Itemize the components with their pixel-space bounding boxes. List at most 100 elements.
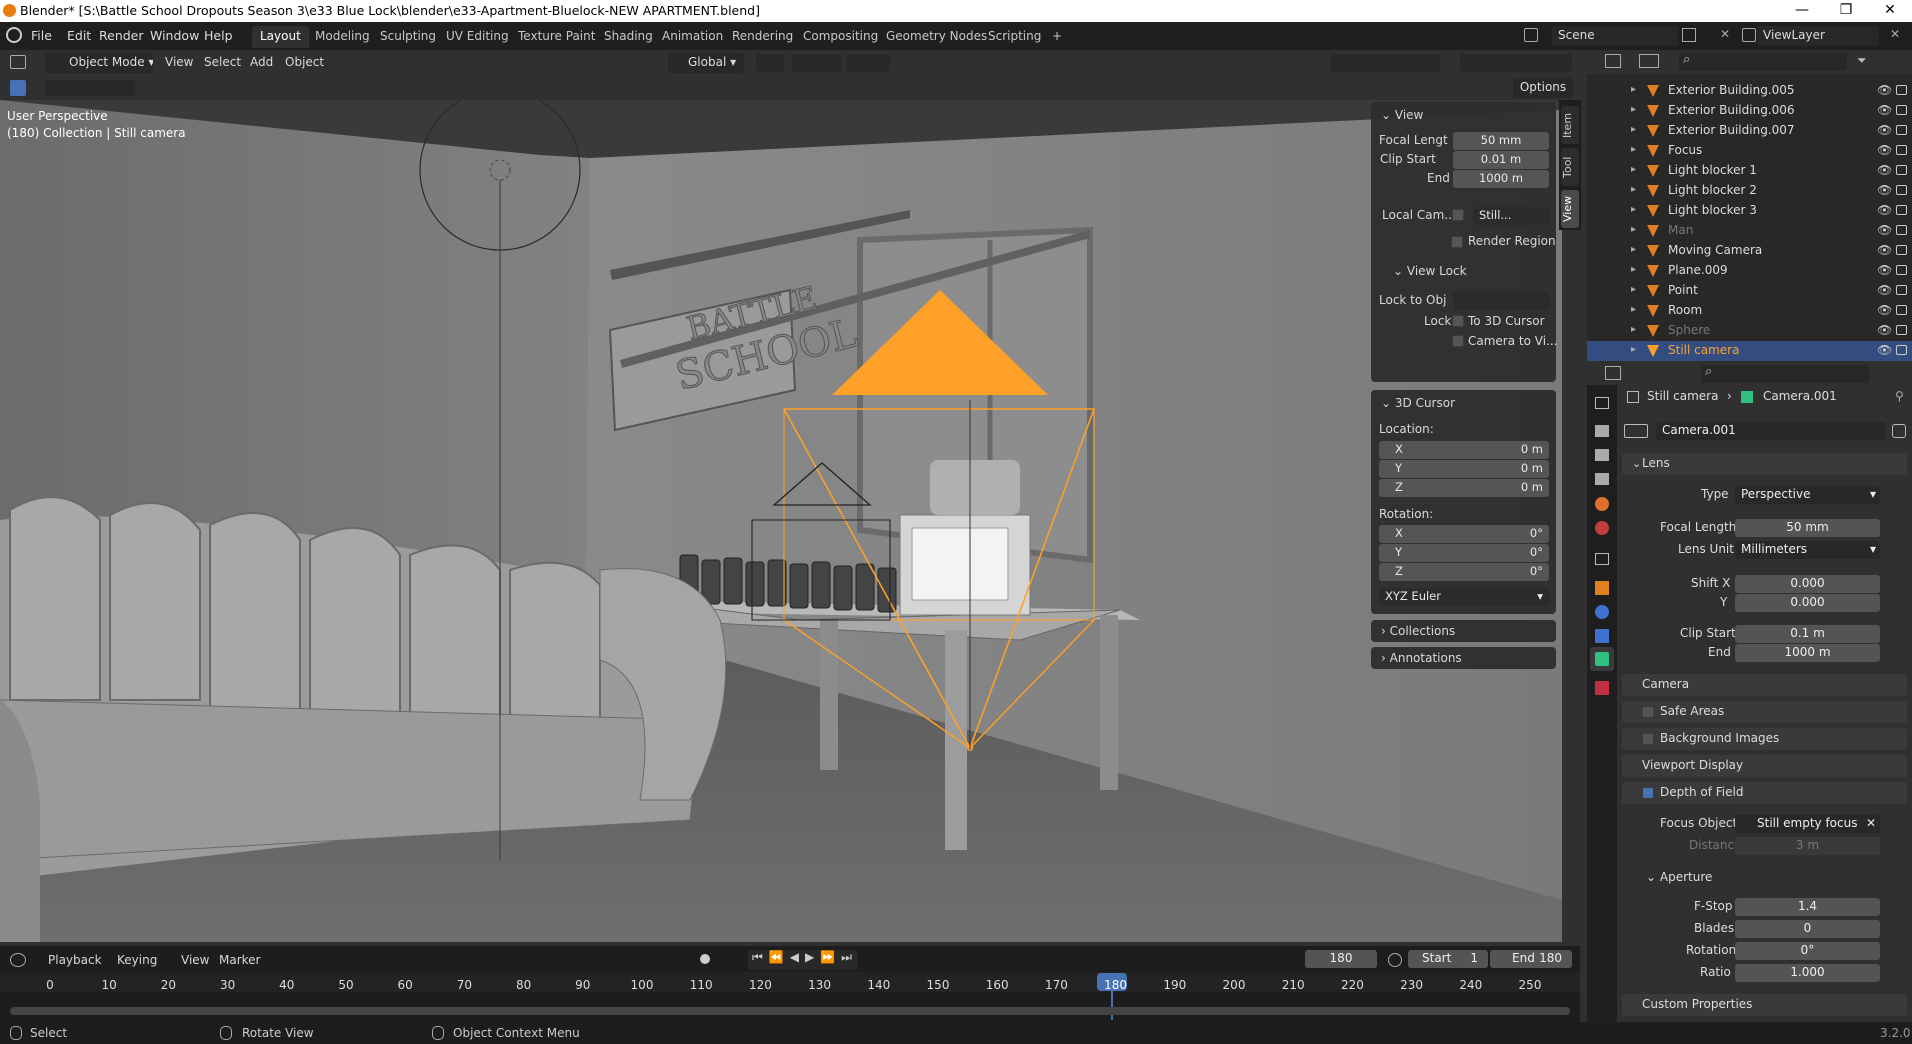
tab-scripting[interactable]: Scripting bbox=[980, 26, 1049, 48]
focal-length-field[interactable]: 50 mm bbox=[1735, 519, 1880, 537]
lock-to-object-field[interactable] bbox=[1453, 292, 1549, 310]
render-camera-icon[interactable] bbox=[1896, 285, 1907, 295]
menu-render[interactable]: Render bbox=[99, 28, 144, 43]
visibility-eye-icon[interactable]: 👁 bbox=[1877, 223, 1892, 237]
safe-areas-panel-header[interactable]: Safe Areas bbox=[1622, 701, 1907, 723]
view-layer-selector[interactable]: ViewLayer bbox=[1757, 26, 1879, 46]
lens-clip-end-field[interactable]: 1000 m bbox=[1735, 644, 1880, 662]
aperture-subpanel[interactable]: ⌄ Aperture bbox=[1646, 870, 1712, 884]
scene-selector[interactable]: Scene bbox=[1552, 26, 1678, 46]
clock-icon[interactable] bbox=[1388, 953, 1402, 967]
frame-start-field[interactable]: Start 1 bbox=[1408, 950, 1488, 968]
view-clip-start-field[interactable]: 0.01 m bbox=[1453, 151, 1549, 169]
lock-to-cursor-checkbox[interactable] bbox=[1452, 315, 1464, 327]
visibility-eye-icon[interactable]: 👁 bbox=[1877, 323, 1892, 337]
outliner-row[interactable]: ▸ Still camera 👁 bbox=[1587, 341, 1912, 361]
texture-tab-icon[interactable] bbox=[1595, 681, 1609, 695]
view-lock-subpanel[interactable]: ⌄ View Lock bbox=[1393, 264, 1467, 278]
current-frame-field[interactable]: 180 bbox=[1305, 950, 1377, 968]
timeline-editor-icon[interactable] bbox=[10, 953, 26, 967]
expand-arrow-icon[interactable]: ▸ bbox=[1631, 344, 1636, 355]
menu-help[interactable]: Help bbox=[204, 28, 233, 43]
timeline-menu-keying[interactable]: Keying bbox=[117, 953, 157, 967]
expand-arrow-icon[interactable]: ▸ bbox=[1631, 124, 1636, 135]
cursor-location-y[interactable]: Y 0 m bbox=[1379, 460, 1549, 478]
menu-file[interactable]: File bbox=[31, 28, 52, 43]
distance-field[interactable]: 3 m bbox=[1735, 837, 1880, 855]
tab-texture-paint[interactable]: Texture Paint bbox=[510, 26, 603, 48]
camera-data-tab[interactable] bbox=[1590, 647, 1614, 671]
lens-clip-start-field[interactable]: 0.1 m bbox=[1735, 625, 1880, 643]
expand-arrow-icon[interactable]: ▸ bbox=[1631, 164, 1636, 175]
proportional-edit-icon[interactable] bbox=[846, 54, 890, 72]
camera-browse-icon[interactable] bbox=[1624, 424, 1648, 438]
viewport-menu-add[interactable]: Add bbox=[250, 55, 273, 69]
pin-icon[interactable]: ⚲ bbox=[1895, 389, 1904, 403]
timeline-menu-view[interactable]: View bbox=[181, 953, 209, 967]
fstop-field[interactable]: 1.4 bbox=[1735, 898, 1880, 916]
outliner-row[interactable]: ▸ Exterior Building.007 👁 bbox=[1587, 121, 1912, 141]
expand-arrow-icon[interactable]: ▸ bbox=[1631, 244, 1636, 255]
outliner-row[interactable]: ▸ Plane.009 👁 bbox=[1587, 261, 1912, 281]
expand-arrow-icon[interactable]: ▸ bbox=[1631, 304, 1636, 315]
record-icon[interactable] bbox=[700, 954, 710, 964]
blades-field[interactable]: 0 bbox=[1735, 920, 1880, 938]
constraints-tab-icon[interactable] bbox=[1595, 629, 1609, 643]
properties-editor-icon[interactable] bbox=[1605, 366, 1621, 380]
filter-icon[interactable]: ⏷ bbox=[1857, 53, 1867, 68]
viewport-menu-view[interactable]: View bbox=[165, 55, 193, 69]
outliner-row[interactable]: ▸ Sphere 👁 bbox=[1587, 321, 1912, 341]
visibility-eye-icon[interactable]: 👁 bbox=[1877, 203, 1892, 217]
timeline-menu-playback[interactable]: Playback bbox=[48, 953, 102, 967]
camera-to-view-checkbox[interactable] bbox=[1452, 335, 1464, 347]
selection-mode-icons[interactable] bbox=[45, 80, 135, 96]
view-clip-end-field[interactable]: 1000 m bbox=[1453, 170, 1549, 188]
outliner-row[interactable]: ▸ Moving Camera 👁 bbox=[1587, 241, 1912, 261]
timeline-menu-marker[interactable]: Marker bbox=[219, 953, 260, 967]
shift-x-field[interactable]: 0.000 bbox=[1735, 575, 1880, 593]
outliner-row[interactable]: ▸ Light blocker 2 👁 bbox=[1587, 181, 1912, 201]
render-camera-icon[interactable] bbox=[1896, 305, 1907, 315]
expand-arrow-icon[interactable]: ▸ bbox=[1631, 284, 1636, 295]
tab-rendering[interactable]: Rendering bbox=[724, 26, 801, 48]
expand-arrow-icon[interactable]: ▸ bbox=[1631, 264, 1636, 275]
3d-cursor-panel-title[interactable]: ⌄ 3D Cursor bbox=[1381, 396, 1455, 410]
add-workspace-button[interactable]: + bbox=[1044, 26, 1070, 48]
tool-tab-icon[interactable] bbox=[1595, 397, 1609, 409]
tab-geometry-nodes[interactable]: Geometry Nodes bbox=[878, 26, 995, 48]
render-camera-icon[interactable] bbox=[1896, 185, 1907, 195]
dof-panel-header[interactable]: Depth of Field bbox=[1622, 782, 1907, 804]
mode-selector[interactable]: Object Mode ▾ bbox=[45, 53, 153, 73]
sidebar-tab-item[interactable]: Item bbox=[1561, 106, 1579, 144]
cursor-location-z[interactable]: Z 0 m bbox=[1379, 479, 1549, 497]
transform-orientation[interactable]: Global ▾ bbox=[668, 53, 744, 73]
outliner-row[interactable]: ▸ Light blocker 1 👁 bbox=[1587, 161, 1912, 181]
view-focal-length-field[interactable]: 50 mm bbox=[1453, 132, 1549, 150]
viewport-display-panel-header[interactable]: Viewport Display bbox=[1622, 755, 1907, 777]
tab-animation[interactable]: Animation bbox=[654, 26, 731, 48]
tab-sculpting[interactable]: Sculpting bbox=[372, 26, 444, 48]
sidebar-tab-tool[interactable]: Tool bbox=[1561, 148, 1579, 186]
aperture-rotation-field[interactable]: 0° bbox=[1735, 942, 1880, 960]
lens-type-dropdown[interactable]: Perspective ▾ bbox=[1735, 486, 1880, 504]
tab-compositing[interactable]: Compositing bbox=[795, 26, 886, 48]
outliner-row[interactable]: ▸ Man 👁 bbox=[1587, 221, 1912, 241]
cursor-rotation-y[interactable]: Y 0° bbox=[1379, 544, 1549, 562]
display-mode-icon[interactable] bbox=[1639, 54, 1659, 68]
expand-arrow-icon[interactable]: ▸ bbox=[1631, 324, 1636, 335]
outliner-editor-icon[interactable] bbox=[1605, 54, 1621, 68]
expand-arrow-icon[interactable]: ▸ bbox=[1631, 224, 1636, 235]
expand-arrow-icon[interactable]: ▸ bbox=[1631, 204, 1636, 215]
fake-user-icon[interactable] bbox=[1892, 424, 1906, 438]
local-camera-field[interactable]: Still... bbox=[1473, 207, 1549, 225]
timeline-scrollbar[interactable] bbox=[10, 1007, 1570, 1015]
options-button[interactable]: Options bbox=[1513, 78, 1573, 98]
background-images-checkbox[interactable] bbox=[1642, 733, 1654, 745]
visibility-eye-icon[interactable]: 👁 bbox=[1877, 303, 1892, 317]
shading-mode-icons[interactable] bbox=[1460, 54, 1572, 72]
outliner-row[interactable]: ▸ Light blocker 3 👁 bbox=[1587, 201, 1912, 221]
output-tab-icon[interactable] bbox=[1595, 449, 1609, 461]
render-camera-icon[interactable] bbox=[1896, 265, 1907, 275]
outliner-row[interactable]: ▸ Exterior Building.005 👁 bbox=[1587, 81, 1912, 101]
expand-arrow-icon[interactable]: ▸ bbox=[1631, 104, 1636, 115]
